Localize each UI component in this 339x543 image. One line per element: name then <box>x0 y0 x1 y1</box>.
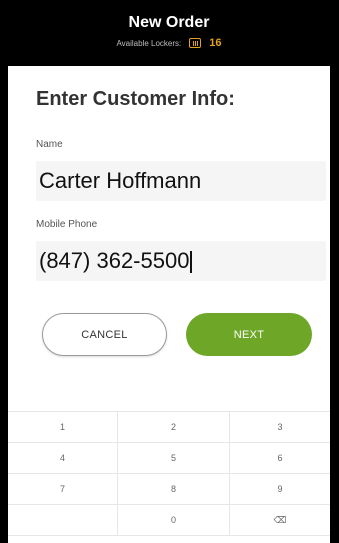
mobile-phone-label: Mobile Phone <box>36 219 98 230</box>
name-field[interactable]: Carter Hoffmann <box>36 161 326 201</box>
numeric-keypad: 1 2 3 4 5 6 7 8 9 0 ⌫ <box>8 411 330 536</box>
key-3[interactable]: 3 <box>230 412 330 443</box>
mobile-phone-value: (847) 362-5500 <box>39 248 190 273</box>
key-8[interactable]: 8 <box>118 474 230 505</box>
available-lockers-count: 16 <box>209 37 222 49</box>
cancel-button[interactable]: CANCEL <box>42 313 167 356</box>
cancel-button-label: CANCEL <box>81 328 128 341</box>
text-caret <box>190 251 192 274</box>
key-9[interactable]: 9 <box>230 474 330 505</box>
new-order-screen: New Order Available Lockers: 16 Enter Cu… <box>8 0 330 543</box>
key-6[interactable]: 6 <box>230 443 330 474</box>
locker-icon <box>189 38 202 48</box>
page-title: New Order <box>128 14 210 31</box>
next-button[interactable]: NEXT <box>186 313 312 356</box>
key-0[interactable]: 0 <box>118 505 230 536</box>
name-label: Name <box>36 139 63 150</box>
key-4[interactable]: 4 <box>8 443 118 474</box>
key-1[interactable]: 1 <box>8 412 118 443</box>
name-value: Carter Hoffmann <box>39 168 202 193</box>
key-5[interactable]: 5 <box>118 443 230 474</box>
next-button-label: NEXT <box>233 328 265 341</box>
key-7[interactable]: 7 <box>8 474 118 505</box>
mobile-phone-field[interactable]: (847) 362-5500 <box>36 241 326 281</box>
header-bar: New Order Available Lockers: 16 <box>8 0 330 66</box>
available-lockers-label: Available Lockers: <box>116 38 182 48</box>
key-2[interactable]: 2 <box>118 412 230 443</box>
section-title: Enter Customer Info: <box>36 88 235 110</box>
key-blank <box>8 505 118 536</box>
backspace-icon[interactable]: ⌫ <box>230 505 330 536</box>
available-lockers: Available Lockers: 16 <box>8 37 330 49</box>
